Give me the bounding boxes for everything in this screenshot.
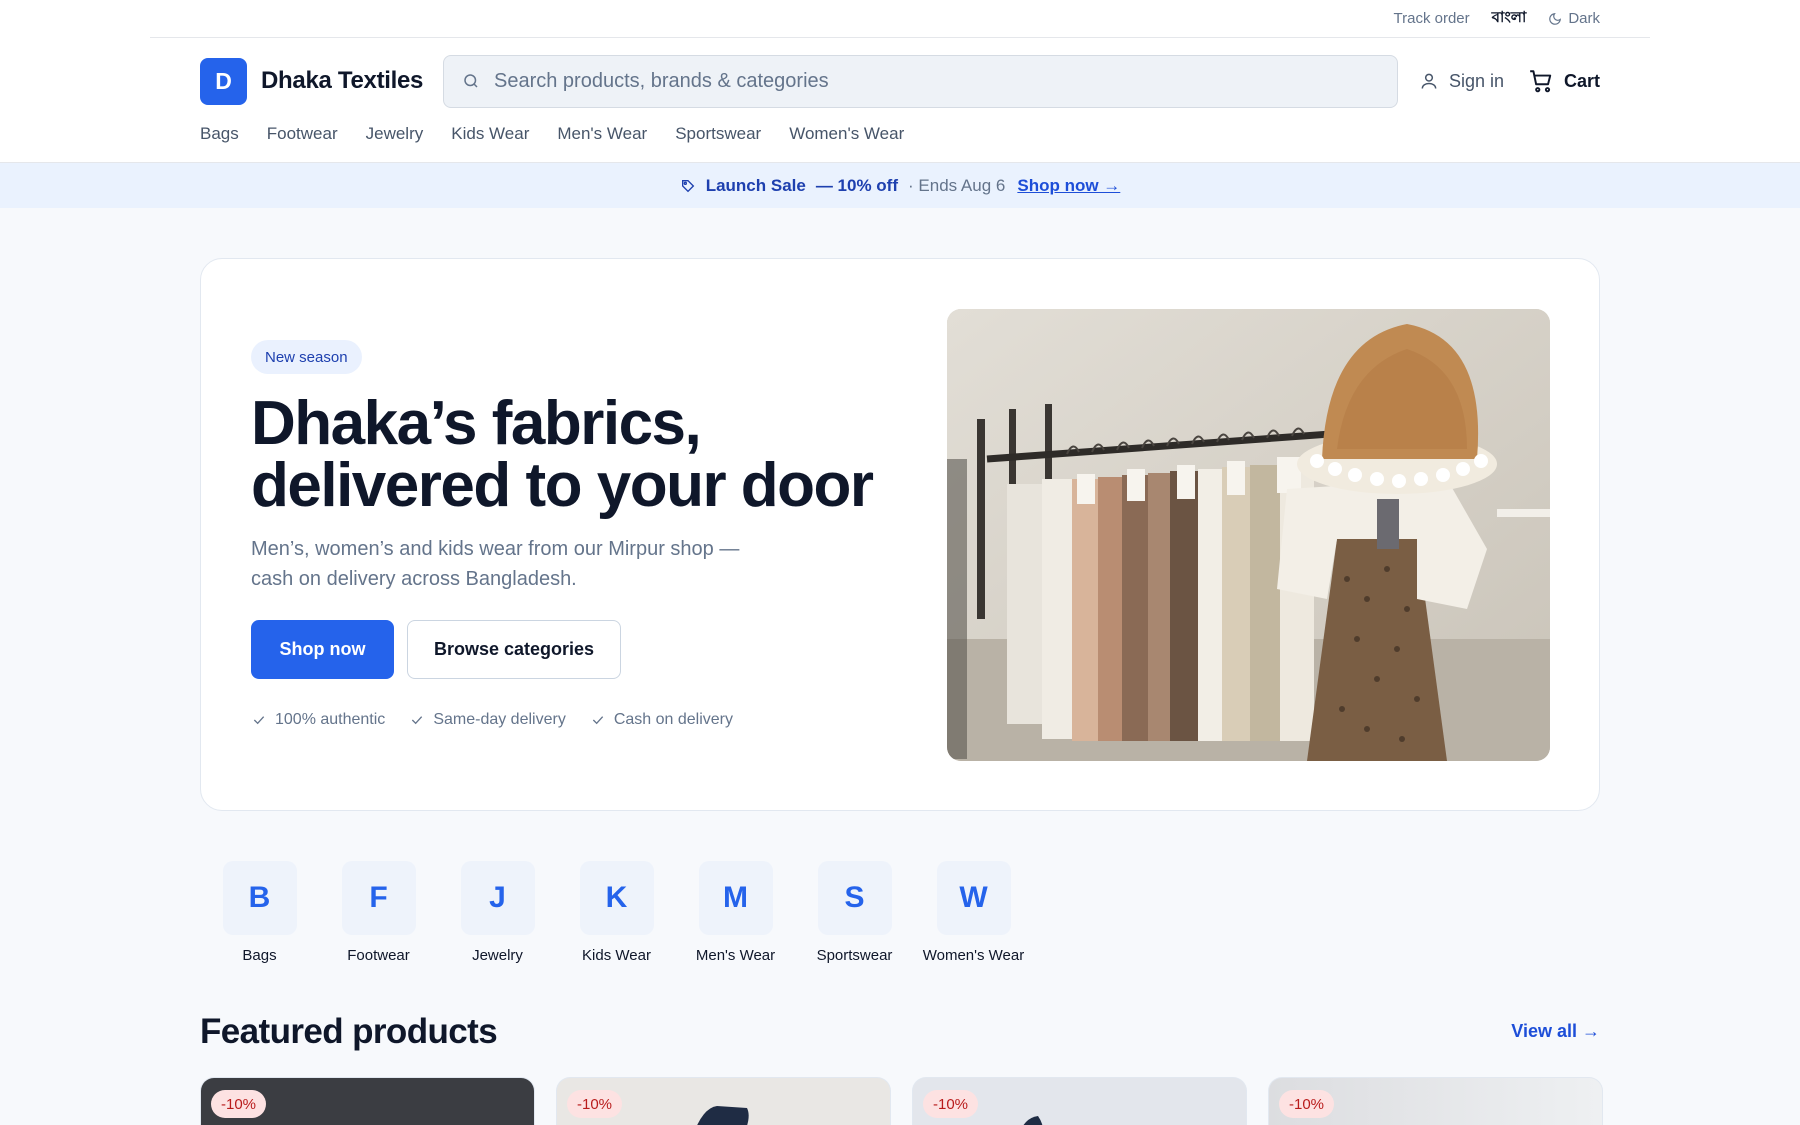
promo-discount: — 10% off (815, 175, 899, 195)
feature-item: Same-day delivery (409, 711, 566, 729)
hero-subhead: Men’s, women’s and kids wear from our Mi… (251, 538, 740, 590)
user-icon (1421, 73, 1437, 89)
promo-shop-now-link[interactable]: Shop now → (1017, 176, 1120, 196)
promo-title: Launch Sale (705, 175, 806, 195)
category-tile-label: Jewelry (472, 947, 523, 964)
category-tile-letter: J (460, 861, 535, 935)
discount-badge: -10% (567, 1090, 623, 1118)
product-card[interactable]: -10% (1268, 1077, 1603, 1125)
feature-label: 100% authentic (275, 711, 386, 728)
promo-banner: Launch Sale — 10% off · Ends Aug 6 Shop … (0, 163, 1800, 208)
feature-label: Same-day delivery (433, 711, 566, 728)
search-icon (464, 74, 478, 88)
nav-footwear[interactable]: Footwear (267, 124, 338, 144)
category-tile-womens-wear[interactable]: W Women's Wear (914, 861, 1033, 964)
hero-features: 100% authentic Same-day delivery Cash on… (251, 711, 733, 729)
category-tile-jewelry[interactable]: J Jewelry (438, 861, 557, 964)
product-card[interactable]: -10% (556, 1077, 891, 1125)
feature-item: Cash on delivery (590, 711, 733, 729)
hero-image (947, 309, 1550, 761)
cart-icon (1530, 70, 1552, 93)
category-tile-letter: B (222, 861, 297, 935)
browse-categories-button[interactable]: Browse categories (407, 620, 621, 679)
new-season-badge: New season (251, 340, 362, 374)
dark-mode-toggle[interactable]: Dark (1548, 10, 1600, 27)
promo-end-date: · Ends Aug 6 (908, 175, 1006, 195)
feature-item: 100% authentic (251, 711, 385, 729)
account-area: Sign in Cart (1419, 68, 1600, 94)
nav-womens-wear[interactable]: Women's Wear (789, 124, 904, 144)
utility-bar: Track order বাংলা Dark (150, 0, 1650, 38)
category-tile-label: Men's Wear (695, 947, 776, 964)
check-icon (592, 716, 603, 725)
cart-link[interactable]: Cart (1528, 68, 1600, 94)
discount-badge: -10% (923, 1090, 979, 1118)
discount-badge: -10% (211, 1090, 267, 1118)
logo[interactable]: D Dhaka Textiles (200, 57, 443, 105)
nav-kids-wear[interactable]: Kids Wear (451, 124, 529, 144)
category-tile-bags[interactable]: B Bags (200, 861, 319, 964)
hero-headline: Dhaka’s fabrics, delivered to your door (251, 389, 874, 520)
main-bar: D Dhaka Textiles Sign in Cart (200, 54, 1600, 108)
category-tile-label: Sportswear (816, 947, 893, 964)
nav-mens-wear[interactable]: Men's Wear (557, 124, 647, 144)
search-input[interactable] (494, 69, 1374, 93)
track-order-link[interactable]: Track order (1394, 10, 1470, 27)
category-tile-letter: W (936, 861, 1011, 935)
discount-badge: -10% (1279, 1090, 1335, 1118)
language-switch[interactable]: বাংলা (1492, 6, 1527, 31)
category-tile-letter: K (579, 861, 654, 935)
category-tiles: B Bags F Footwear J Jewelry K Kids Wear … (200, 861, 1033, 964)
tag-icon (681, 179, 694, 192)
check-icon (253, 716, 265, 725)
nav-bags[interactable]: Bags (200, 124, 239, 144)
category-tile-label: Women's Wear (922, 947, 1025, 964)
feature-label: Cash on delivery (613, 711, 733, 728)
category-tile-kids-wear[interactable]: K Kids Wear (557, 861, 676, 964)
category-tile-letter: S (817, 861, 892, 935)
cart-label: Cart (1563, 70, 1600, 91)
view-all-link[interactable]: View all → (1511, 1021, 1600, 1042)
dark-mode-label: Dark (1568, 10, 1600, 27)
category-tile-label: Bags (242, 947, 277, 964)
featured-products-heading: Featured products (200, 1012, 498, 1051)
site-header: Track order বাংলা Dark D Dhaka Textiles … (0, 0, 1800, 163)
logo-mark: D (200, 57, 247, 105)
nav-sportswear[interactable]: Sportswear (675, 124, 761, 144)
category-tile-label: Kids Wear (582, 947, 651, 964)
product-card[interactable]: -10% (200, 1077, 535, 1125)
category-tile-label: Footwear (347, 947, 410, 964)
category-tile-letter: M (698, 861, 773, 935)
category-tile-footwear[interactable]: F Footwear (319, 861, 438, 964)
category-tile-sportswear[interactable]: S Sportswear (795, 861, 914, 964)
product-card[interactable]: -10% (912, 1077, 1247, 1125)
hero-card: New season Dhaka’s fabrics, delivered to… (200, 258, 1600, 811)
category-nav: Bags Footwear Jewelry Kids Wear Men's We… (200, 124, 904, 144)
sign-in-label: Sign in (1448, 70, 1504, 91)
clothing-rack-illustration (947, 309, 1550, 761)
brand-name: Dhaka Textiles (261, 67, 424, 94)
moon-icon (1549, 12, 1562, 25)
product-grid: -10% -10% -10% -10% (200, 1077, 1603, 1125)
shop-now-button[interactable]: Shop now (251, 620, 394, 679)
category-tile-letter: F (341, 861, 416, 935)
category-tile-mens-wear[interactable]: M Men's Wear (676, 861, 795, 964)
search-box[interactable] (443, 54, 1398, 108)
sign-in-link[interactable]: Sign in (1419, 71, 1504, 92)
nav-jewelry[interactable]: Jewelry (366, 124, 424, 144)
check-icon (412, 716, 423, 725)
